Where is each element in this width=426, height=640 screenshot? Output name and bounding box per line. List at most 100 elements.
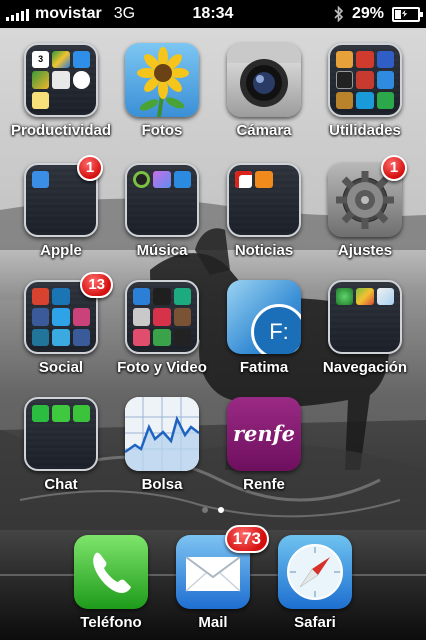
folder-icon	[125, 163, 199, 237]
app-green-icon	[376, 91, 394, 109]
app-label: Utilidades	[329, 122, 401, 139]
app-fatima[interactable]: F: Fatima	[214, 280, 314, 376]
dropbox-icon	[72, 51, 90, 69]
app-label: Mail	[198, 614, 228, 631]
calculator-icon	[336, 71, 354, 89]
folder-icon	[328, 280, 402, 354]
notification-badge: 13	[80, 272, 113, 298]
app-label: Ajustes	[337, 242, 393, 259]
app-blue-icon	[376, 51, 394, 69]
app-black-icon	[173, 328, 191, 346]
app-telefono[interactable]: Teléfono	[61, 535, 161, 631]
app-label: Noticias	[234, 242, 294, 259]
drive-icon	[32, 71, 50, 89]
app-green2-icon	[153, 328, 171, 346]
page-indicator[interactable]	[0, 507, 426, 513]
app-mail[interactable]: 173 Mail	[163, 525, 269, 631]
app-camara[interactable]: Cámara	[214, 43, 314, 139]
home-screen: movistar 3G 18:34 29% 3 Productividad Fo…	[0, 0, 426, 640]
twitter-icon	[52, 328, 70, 346]
folder-noticias[interactable]: Noticias	[214, 163, 314, 259]
battery-icon	[392, 6, 423, 22]
photos-icon	[125, 43, 199, 117]
maps-app-icon	[52, 51, 70, 69]
stocks-icon	[125, 397, 199, 471]
app-renfe[interactable]: renfe Renfe	[214, 397, 314, 493]
fatima-app-icon: F:	[227, 280, 301, 354]
app-pink-icon	[72, 308, 90, 326]
folder-icon: 3	[24, 43, 98, 117]
facebook-icon	[32, 308, 50, 326]
notes-yellow-icon	[32, 91, 50, 109]
google-maps-icon	[356, 288, 374, 306]
app-label: Apple	[40, 242, 82, 259]
contacts-icon	[336, 51, 354, 69]
app-label: Fotos	[141, 122, 183, 139]
app-grey-icon	[133, 308, 151, 326]
page-dot-current[interactable]	[218, 507, 224, 513]
bluetooth-icon	[334, 6, 344, 22]
app-green-globe-icon	[336, 288, 354, 306]
flipboard-icon	[235, 171, 253, 189]
skype-icon	[356, 91, 374, 109]
folder-foto-video[interactable]: Foto y Video	[112, 280, 212, 376]
app-label: Foto y Video	[117, 359, 207, 376]
app-blue4-icon	[72, 328, 90, 346]
clock-app-icon	[72, 71, 90, 89]
status-right: 29%	[334, 5, 423, 23]
app-label: Fatima	[239, 359, 289, 376]
app-red-icon	[356, 51, 374, 69]
app-label: Social	[38, 359, 84, 376]
folder-icon	[328, 43, 402, 117]
safari-compass-icon	[278, 535, 352, 609]
app-brown-icon	[336, 91, 354, 109]
notification-badge: 1	[77, 155, 103, 181]
fatima-glyph: F:	[251, 304, 301, 354]
phone-icon	[74, 535, 148, 609]
app-label: Música	[136, 242, 188, 259]
shazam-icon	[173, 171, 191, 189]
info-app-icon	[255, 171, 273, 189]
app-label: Teléfono	[80, 614, 142, 631]
app-label: Productividad	[11, 122, 112, 139]
app-label: Safari	[294, 614, 336, 631]
folder-productividad[interactable]: 3 Productividad	[11, 43, 111, 139]
renfe-app-icon: renfe	[227, 397, 301, 471]
app-bolsa[interactable]: Bolsa	[112, 397, 212, 493]
folder-chat[interactable]: Chat	[11, 397, 111, 493]
app-blue3-icon	[52, 308, 70, 326]
status-bar: movistar 3G 18:34 29%	[0, 0, 426, 28]
app-label: Navegación	[322, 359, 408, 376]
folder-musica[interactable]: Música	[112, 163, 212, 259]
app-dark-icon	[153, 288, 171, 306]
charging-bolt-icon	[400, 8, 409, 18]
itunes-icon	[153, 171, 171, 189]
page-dot[interactable]	[202, 507, 208, 513]
folder-icon	[24, 397, 98, 471]
spotify-icon	[133, 171, 151, 189]
folder-social[interactable]: 13 Social	[11, 272, 113, 376]
renfe-logo-text: renfe	[232, 421, 296, 446]
app-label: Cámara	[236, 122, 292, 139]
app-fotos[interactable]: Fotos	[112, 43, 212, 139]
app-safari[interactable]: Safari	[265, 535, 365, 631]
notification-badge: 173	[224, 525, 269, 553]
app-pink2-icon	[133, 328, 151, 346]
vine-icon	[173, 288, 191, 306]
app-ajustes[interactable]: 1 Ajustes	[315, 155, 415, 259]
camera-icon	[227, 43, 301, 117]
folder-navegacion[interactable]: Navegación	[315, 280, 415, 376]
linkedin-icon	[52, 288, 70, 306]
line-icon	[52, 405, 70, 423]
app-label: Bolsa	[141, 476, 183, 493]
whatsapp-icon	[32, 405, 50, 423]
notification-badge: 1	[381, 155, 407, 181]
app-red2-icon	[356, 71, 374, 89]
folder-icon	[227, 163, 301, 237]
notes-app-icon	[52, 71, 70, 89]
app-label: Chat	[44, 476, 78, 493]
folder-utilidades[interactable]: Utilidades	[315, 43, 415, 139]
app-blue2-icon	[376, 71, 394, 89]
folder-icon	[125, 280, 199, 354]
folder-apple[interactable]: 1 Apple	[11, 155, 111, 259]
